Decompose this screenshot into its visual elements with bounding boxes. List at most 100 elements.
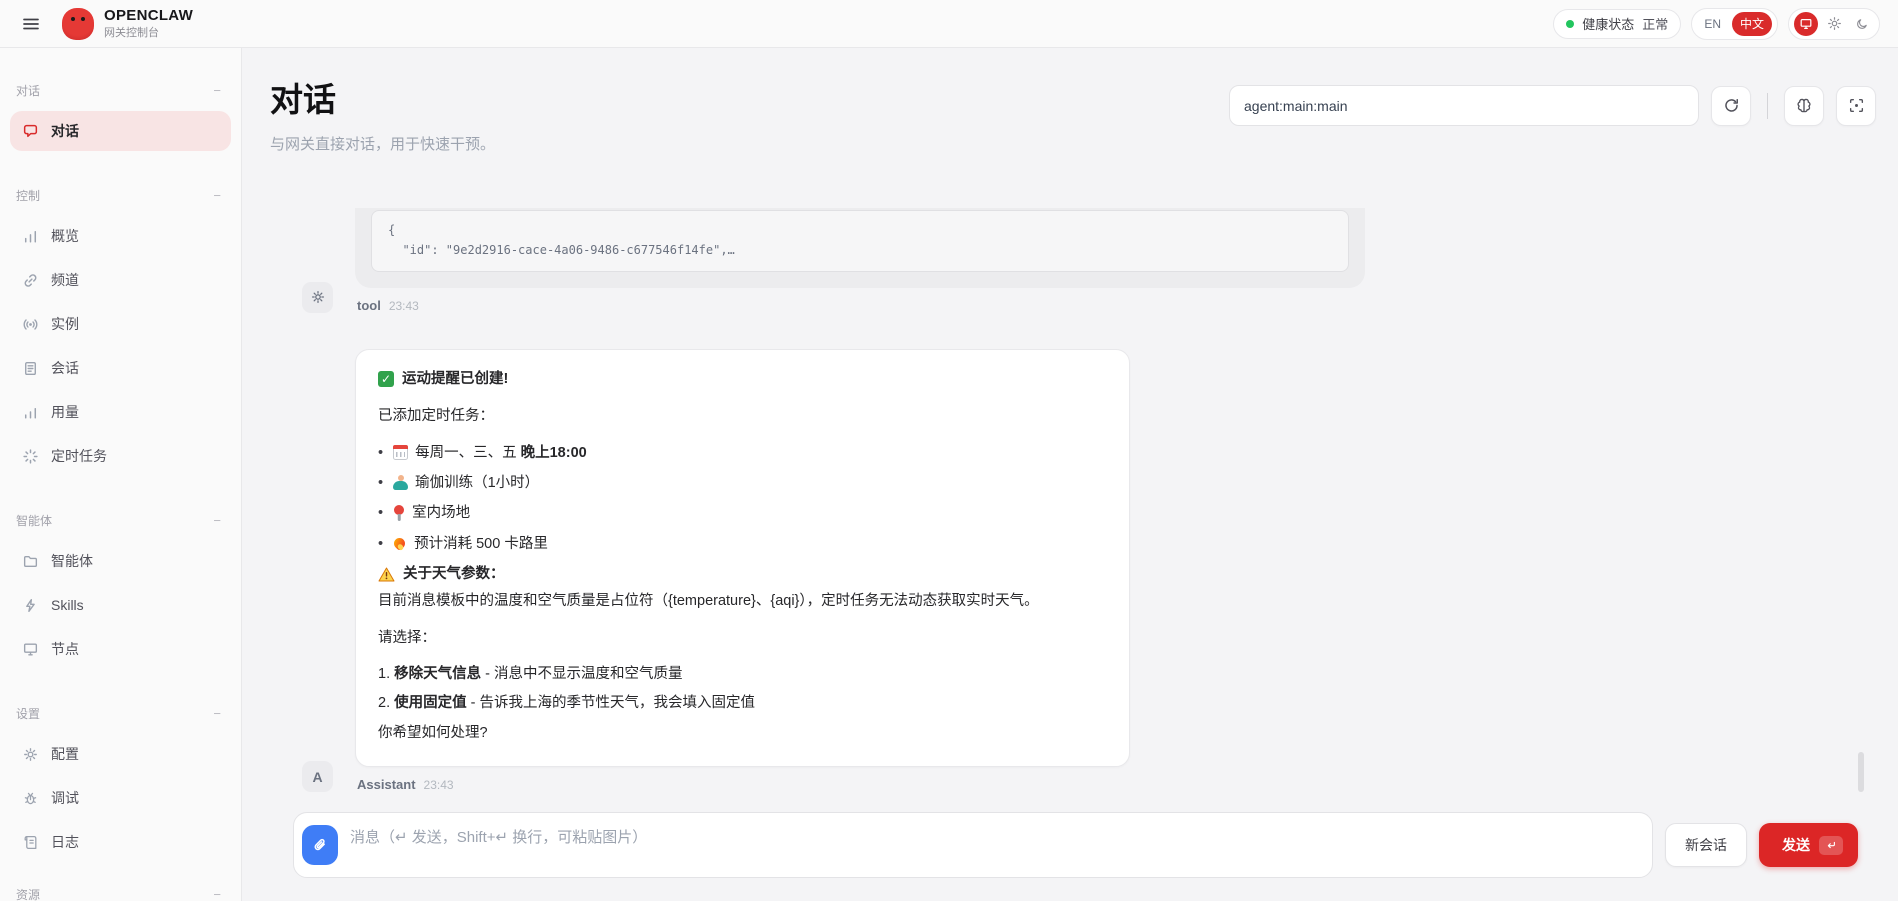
sidebar-item-sessions[interactable]: 会话	[10, 348, 231, 388]
collapse-icon[interactable]: −	[211, 188, 223, 203]
health-label: 健康状态	[1582, 17, 1635, 32]
top-header: OPENCLAW 网关控制台 健康状态 正常 EN 中文	[0, 0, 1898, 48]
sidebar-item-dialog[interactable]: 对话	[10, 111, 231, 151]
attach-button[interactable]	[302, 825, 338, 865]
fire-emoji-icon	[393, 537, 407, 552]
sidebar-item-scheduled-tasks[interactable]: 定时任务	[10, 436, 231, 476]
brain-button[interactable]	[1784, 85, 1824, 126]
option-text: - 告诉我上海的季节性天气，我会填入固定值	[466, 695, 756, 712]
theme-switcher	[1788, 7, 1880, 40]
sidebar-item-nodes[interactable]: 节点	[10, 629, 231, 669]
check-emoji-icon	[378, 370, 394, 387]
main-area: 对话 与网关直接对话，用于快速干预。 agent:main:main {"id…	[242, 48, 1898, 901]
sidebar-item-logs[interactable]: 日志	[10, 822, 231, 862]
message-input[interactable]	[294, 813, 1652, 877]
focus-button[interactable]	[1836, 85, 1876, 126]
warning-body: 目前消息模板中的温度和空气质量是占位符（{temperature}、{aqi}）…	[378, 592, 1039, 609]
refresh-icon	[1723, 97, 1740, 114]
code-block: { "id": "9e2d2916-cace-4a06-9486-c677546…	[371, 210, 1349, 272]
collapse-icon[interactable]: −	[211, 706, 223, 721]
sidebar-item-agents[interactable]: 智能体	[10, 541, 231, 581]
document-icon	[22, 360, 39, 377]
health-dot-icon	[1566, 19, 1575, 28]
paperclip-icon	[312, 837, 328, 853]
lightning-icon	[22, 597, 39, 614]
broadcast-icon	[22, 316, 39, 333]
list-item: 2. 使用固定值 - 告诉我上海的季节性天气，我会填入固定值	[378, 692, 1107, 714]
chat-scroll-area[interactable]: { "id": "9e2d2916-cace-4a06-9486-c677546…	[242, 208, 1898, 805]
tool-message: { "id": "9e2d2916-cace-4a06-9486-c677546…	[302, 208, 1898, 313]
gear-icon	[310, 289, 326, 305]
language-switcher: EN 中文	[1691, 7, 1778, 40]
collapse-icon[interactable]: −	[211, 513, 223, 528]
page-title: 对话	[270, 81, 336, 118]
theme-light-button[interactable]	[1822, 12, 1846, 36]
sidebar: 对话 − 对话 控制 − 概览 频道 实例 会话 用量 定时任务 智能体 − 智…	[0, 48, 242, 901]
tool-message-card: { "id": "9e2d2916-cace-4a06-9486-c677546…	[355, 208, 1365, 288]
list-item: 预计消耗 500 卡路里	[378, 533, 1107, 555]
send-button[interactable]: 发送	[1759, 823, 1858, 867]
section-title-dialog: 对话	[16, 84, 41, 98]
choose-prompt: 请选择：	[378, 630, 436, 647]
sidebar-item-channels[interactable]: 频道	[10, 260, 231, 300]
scan-target-icon	[1848, 97, 1865, 114]
brain-icon	[1795, 97, 1813, 115]
collapse-icon[interactable]: −	[211, 83, 223, 98]
new-session-button[interactable]: 新会话	[1665, 823, 1747, 867]
sidebar-item-label: 智能体	[51, 553, 93, 569]
sidebar-item-overview[interactable]: 概览	[10, 216, 231, 256]
pin-emoji-icon	[393, 505, 405, 522]
sidebar-item-debug[interactable]: 调试	[10, 778, 231, 818]
theme-system-button[interactable]	[1794, 11, 1818, 36]
section-title-agents: 智能体	[16, 514, 53, 528]
divider	[1767, 92, 1768, 119]
sidebar-item-config[interactable]: 配置	[10, 734, 231, 774]
refresh-button[interactable]	[1711, 85, 1751, 126]
link-icon	[22, 272, 39, 289]
sidebar-item-label: 会话	[51, 360, 79, 376]
composer: 新会话 发送	[242, 805, 1898, 901]
option-list: 1. 移除天气信息 - 消息中不显示温度和空气质量 2. 使用固定值 - 告诉我…	[378, 663, 1107, 715]
section-title-control: 控制	[16, 189, 41, 203]
assistant-avatar: A	[302, 761, 333, 793]
list-item: 1. 移除天气信息 - 消息中不显示温度和空气质量	[378, 663, 1107, 685]
message-intro: 已添加定时任务：	[378, 408, 494, 425]
list-item: 瑜伽训练（1小时）	[378, 472, 1107, 494]
sidebar-item-label: Skills	[51, 597, 84, 613]
option-number: 2.	[378, 695, 395, 712]
sidebar-item-usage[interactable]: 用量	[10, 392, 231, 432]
lang-zh-button[interactable]: 中文	[1731, 11, 1772, 36]
sidebar-item-label: 实例	[51, 316, 79, 332]
message-sender: tool	[357, 297, 381, 313]
chat-bubble-icon	[22, 123, 39, 140]
sidebar-item-label: 配置	[51, 746, 79, 762]
option-number: 1.	[378, 665, 395, 682]
scrollbar-thumb[interactable]	[1858, 752, 1864, 792]
collapse-icon[interactable]: −	[211, 887, 223, 901]
bar-chart-icon	[22, 228, 39, 245]
monitor-icon	[22, 641, 39, 658]
health-status-badge: 健康状态 正常	[1553, 8, 1682, 39]
bullet-text: 每周一、三、五	[415, 444, 521, 461]
sidebar-item-label: 定时任务	[51, 448, 107, 464]
assistant-message: A 运动提醒已创建! 已添加定时任务： 每周一、三、五 晚上18:00	[302, 348, 1898, 793]
agent-target-input[interactable]	[1229, 85, 1699, 126]
health-value: 正常	[1642, 17, 1669, 32]
brand-title: OPENCLAW	[104, 7, 194, 25]
send-button-label: 发送	[1782, 837, 1810, 853]
calendar-emoji-icon	[393, 445, 409, 461]
sidebar-item-label: 用量	[51, 404, 79, 420]
menu-toggle-icon[interactable]	[16, 9, 46, 39]
message-time: 23:43	[388, 298, 419, 313]
yoga-emoji-icon	[393, 475, 409, 491]
theme-dark-button[interactable]	[1850, 12, 1874, 36]
sidebar-item-skills[interactable]: Skills	[10, 585, 231, 625]
bullet-text: 预计消耗 500 卡路里	[414, 535, 548, 552]
task-bullet-list: 每周一、三、五 晚上18:00 瑜伽训练（1小时） 室内场地	[378, 442, 1107, 556]
sidebar-item-label: 频道	[51, 272, 79, 288]
sidebar-item-instances[interactable]: 实例	[10, 304, 231, 344]
assistant-message-card: 运动提醒已创建! 已添加定时任务： 每周一、三、五 晚上18:00 瑜伽训练（1…	[355, 348, 1130, 768]
lang-en-button[interactable]: EN	[1697, 17, 1728, 31]
enter-key-icon	[1819, 835, 1843, 855]
brand: OPENCLAW 网关控制台	[62, 7, 194, 40]
